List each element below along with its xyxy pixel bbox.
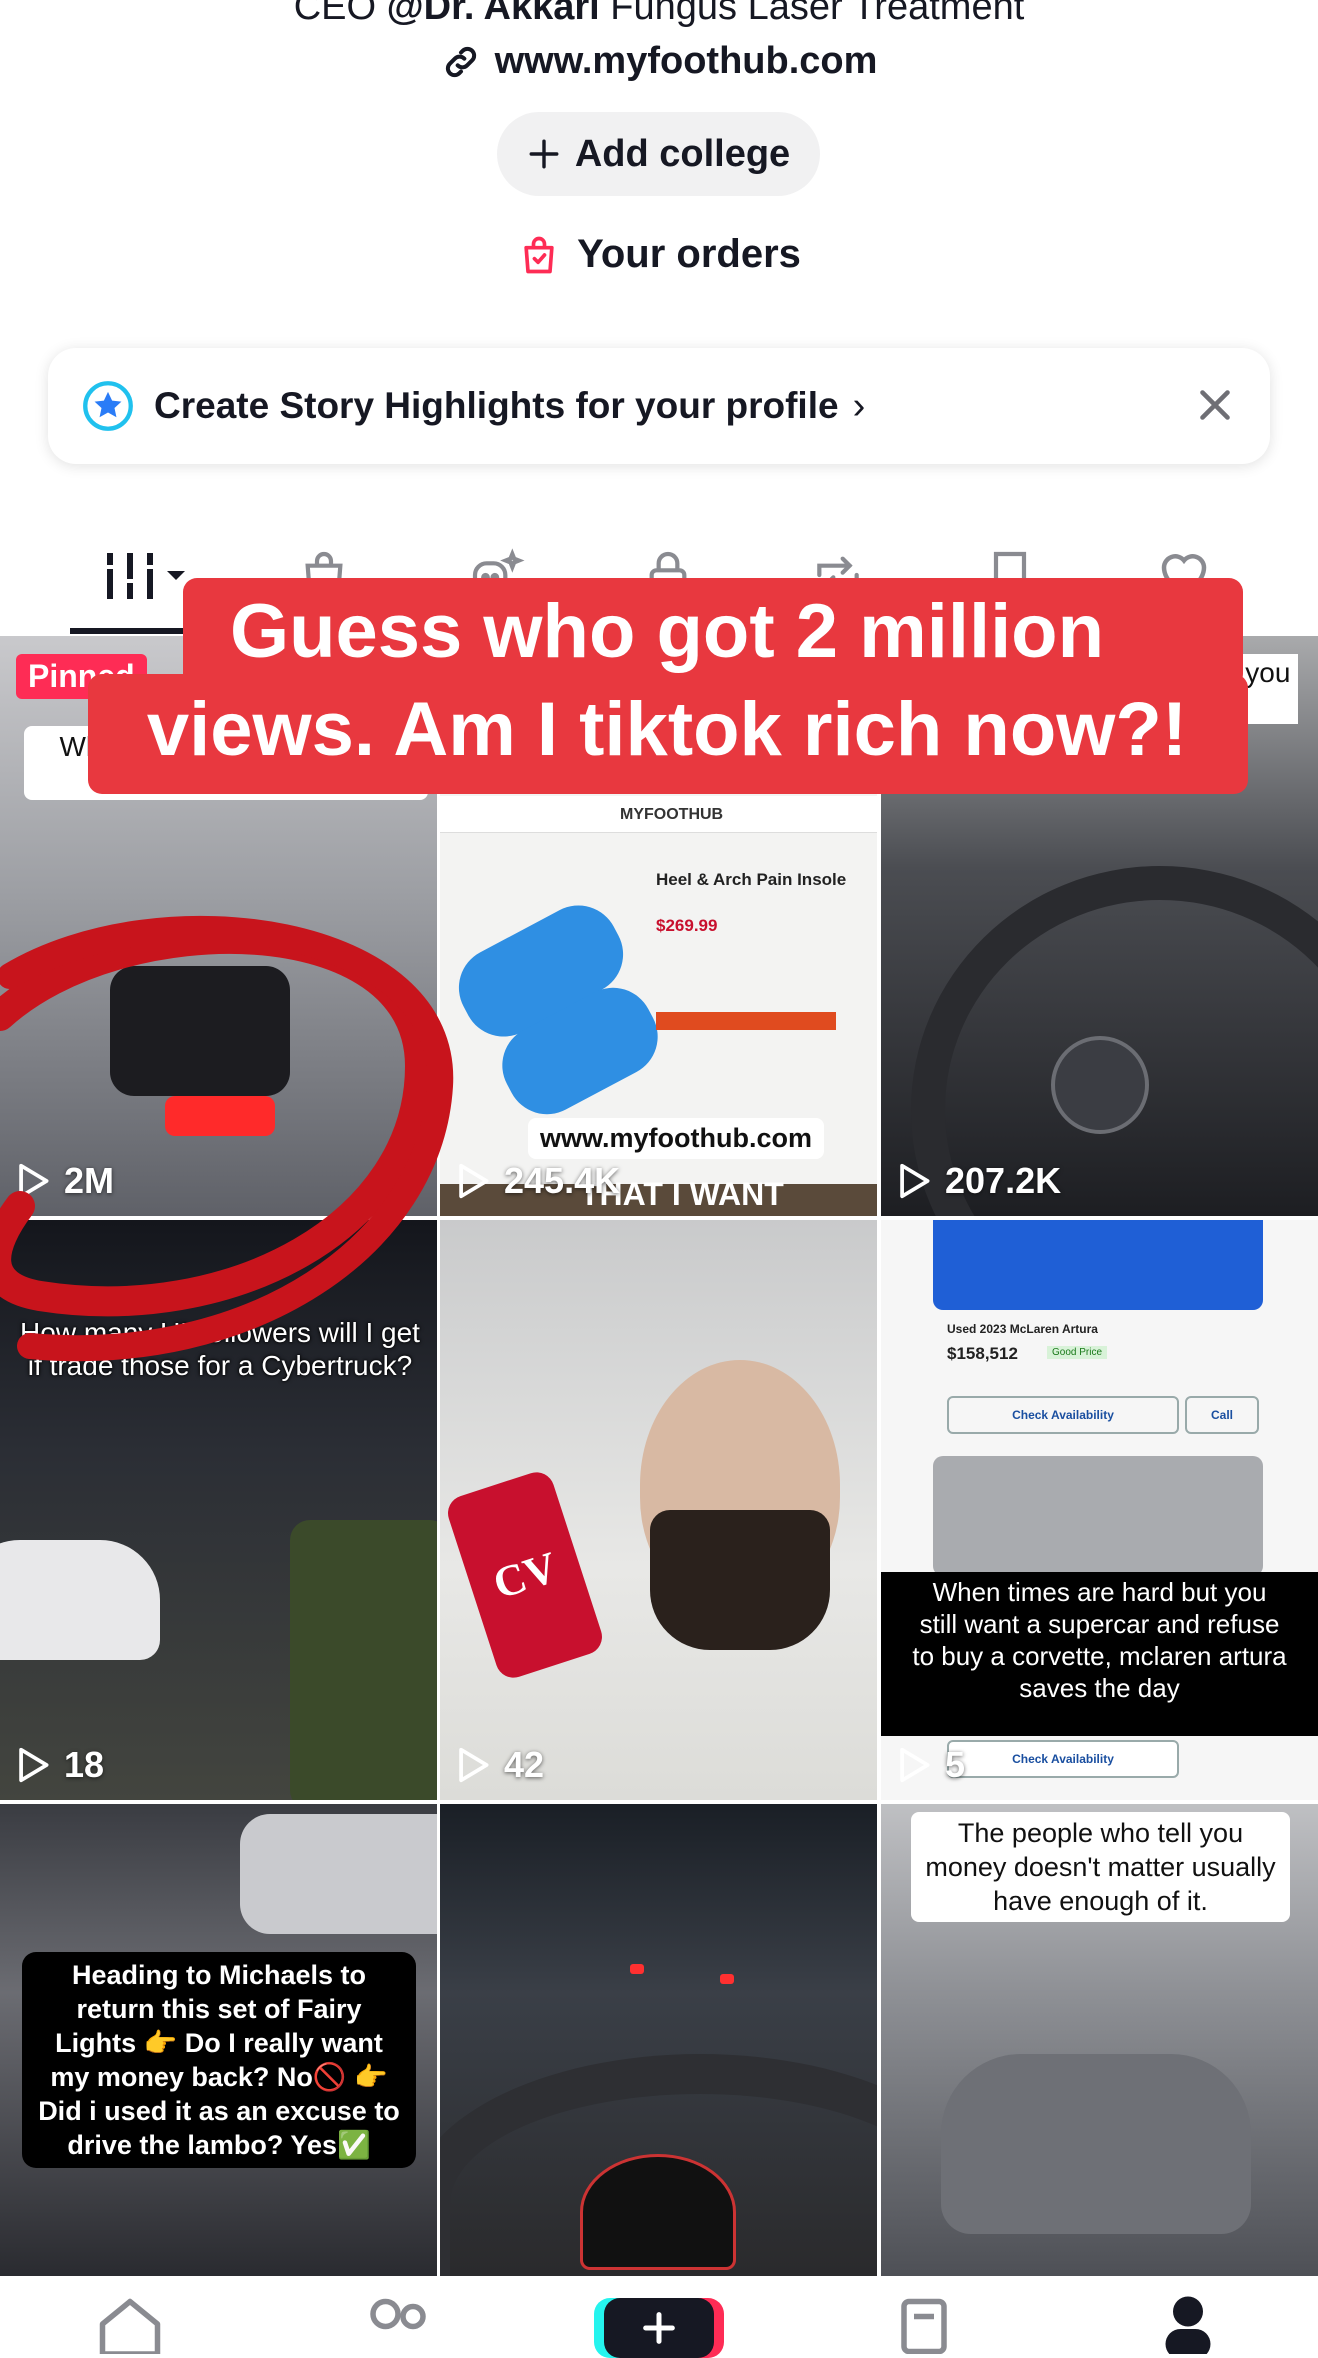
- video-tile-5[interactable]: CV 42: [440, 1220, 877, 1800]
- view-count: 5: [897, 1744, 965, 1786]
- play-icon: [900, 1163, 930, 1199]
- play-icon: [459, 1747, 489, 1783]
- create-icon: [643, 2312, 675, 2344]
- check-availability-button: Check Availability: [947, 1396, 1179, 1434]
- listing-badge: Good Price: [1047, 1346, 1108, 1359]
- taillight-graphic: [630, 1964, 644, 1974]
- video-caption: www.myfoothub.com: [528, 1118, 824, 1159]
- taillight-graphic-2: [720, 1974, 734, 1984]
- add-to-cart-graphic: [656, 1012, 836, 1030]
- your-orders-label: Your orders: [577, 232, 801, 276]
- video-tile-9[interactable]: The people who tell you money doesn't ma…: [881, 1804, 1318, 2276]
- bottom-nav: [0, 2276, 1318, 2358]
- video-tile-7[interactable]: Heading to Michaels to return this set o…: [0, 1804, 437, 2276]
- car-photo-graphic: [933, 1220, 1263, 1310]
- listing-price: $158,512: [947, 1344, 1018, 1363]
- soda-can-graphic: CV: [443, 1467, 607, 1683]
- video-caption: The people who tell you money doesn't ma…: [911, 1812, 1290, 1922]
- friends-icon[interactable]: [360, 2294, 436, 2354]
- grid-divider: [877, 636, 881, 2276]
- bio-text: CEO @Dr. Akkari Fungus Laser Treatment: [0, 0, 1318, 29]
- create-button[interactable]: [594, 2298, 724, 2358]
- inbox-icon[interactable]: [886, 2294, 962, 2354]
- chevron-right-icon: ›: [852, 384, 866, 427]
- product-price: $269.99: [656, 916, 718, 935]
- play-icon: [900, 1747, 930, 1783]
- steering-hub-graphic: [1051, 1036, 1149, 1134]
- car-graphic: [941, 2054, 1251, 2234]
- story-highlights-card[interactable]: Create Story Highlights for your profile…: [48, 348, 1270, 464]
- add-college-label: Add college: [574, 132, 791, 175]
- mirror-graphic: [240, 1814, 437, 1934]
- video-caption: When times are hard but you still want a…: [912, 1577, 1287, 1703]
- your-orders-button[interactable]: Your orders: [0, 232, 1318, 277]
- car-graphic: [0, 1540, 160, 1660]
- plus-icon: [529, 139, 559, 169]
- check-availability-button-2: Check Availability: [947, 1740, 1179, 1778]
- profile-icon[interactable]: [1150, 2294, 1226, 2354]
- view-count: 245.4K: [456, 1160, 620, 1202]
- dashboard-graphic: [580, 2154, 736, 2270]
- red-circle-annotation: [0, 915, 454, 1362]
- close-icon[interactable]: [1190, 380, 1240, 430]
- listing-title: Used 2023 McLaren Artura: [947, 1322, 1098, 1336]
- video-caption: Heading to Michaels to return this set o…: [22, 1952, 416, 2168]
- brand-logo: MYFOOTHUB: [620, 806, 724, 823]
- video-tile-8[interactable]: [440, 1804, 877, 2276]
- profile-link[interactable]: www.myfoothub.com: [0, 40, 1318, 83]
- star-icon: [83, 381, 133, 431]
- view-count: 42: [456, 1744, 544, 1786]
- profile-link-text: www.myfoothub.com: [494, 40, 878, 82]
- add-college-button[interactable]: Add college: [497, 112, 820, 196]
- call-button: Call: [1185, 1396, 1259, 1434]
- play-icon: [459, 1163, 489, 1199]
- home-icon[interactable]: [92, 2294, 168, 2354]
- play-icon: [19, 1747, 49, 1783]
- product-title: Heel & Arch Pain Insole: [656, 870, 847, 889]
- story-highlights-text: Create Story Highlights for your profile: [154, 385, 839, 426]
- grid-divider: [0, 1800, 1318, 1804]
- headline-line-2: views. Am I tiktok rich now?!: [146, 687, 1188, 772]
- bio-mention[interactable]: @Dr. Akkari: [387, 0, 600, 28]
- headline-banner: Guess who got 2 million views. Am I tikt…: [88, 578, 1248, 796]
- car-photo-graphic-2: [933, 1456, 1263, 1576]
- shopping-bag-icon: [524, 236, 554, 273]
- headline-line-1: Guess who got 2 million: [229, 589, 1105, 674]
- view-count: 207.2K: [897, 1160, 1061, 1202]
- beard-graphic: [650, 1510, 830, 1650]
- hedge-graphic: [290, 1520, 437, 1800]
- video-tile-6[interactable]: Used 2023 McLaren Artura $158,512 Good P…: [881, 1220, 1318, 1800]
- link-icon: [445, 46, 476, 77]
- video-grid: Pinned Whe... at... going on Corsa mode …: [0, 636, 1318, 2276]
- view-count: 18: [16, 1744, 104, 1786]
